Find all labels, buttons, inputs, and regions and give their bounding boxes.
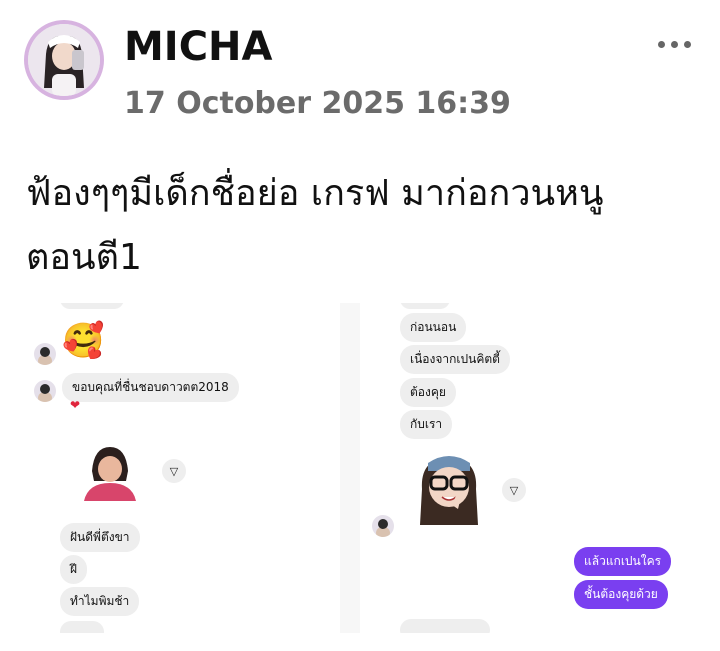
attached-screenshot-left[interactable]: 🥰 ขอบคุณที่ชื่นชอบดาวตต2018 ❤ ▽ ฝันดีพี่… bbox=[24, 303, 340, 633]
author-name[interactable]: MICHA bbox=[124, 24, 272, 70]
dot bbox=[683, 40, 691, 48]
screenshot-divider bbox=[340, 303, 360, 633]
sender-avatar bbox=[372, 515, 394, 537]
my-message-bubble: ชั้นต้องคุยด้วย bbox=[574, 580, 668, 609]
sticker-photo bbox=[78, 441, 142, 501]
cut-bubble bbox=[400, 619, 490, 633]
heart-reaction-icon: ❤ bbox=[70, 398, 81, 412]
message-bubble: กับเรา bbox=[400, 410, 453, 439]
caption-line: ฟ้องๆๆมีเด็กชื่อย่อ เกรฟ มาก่อกวนหนู bbox=[26, 173, 604, 214]
message-bubble: ทำไมพิมช้า bbox=[60, 587, 140, 616]
send-triangle-icon[interactable]: ▽ bbox=[162, 459, 186, 483]
message-bubble: ฝันดีพี่ตึงขา bbox=[60, 523, 140, 552]
sender-avatar bbox=[34, 343, 56, 365]
more-dots-icon[interactable] bbox=[652, 30, 696, 58]
attached-screenshot-right[interactable]: ก่อนนอน เนื่องจากเปนคิตตี้ ต้องคุย กับเร… bbox=[360, 303, 696, 633]
send-triangle-icon[interactable]: ▽ bbox=[502, 478, 526, 502]
cut-bubble bbox=[400, 303, 450, 309]
dot bbox=[670, 40, 678, 48]
message-bubble: ก่อนนอน bbox=[400, 313, 467, 342]
avatar-photo bbox=[28, 24, 100, 96]
message-bubble: เนื่องจากเปนคิตตี้ bbox=[400, 345, 510, 374]
author-avatar[interactable] bbox=[24, 20, 104, 100]
caption-line: ตอนตี1 bbox=[26, 237, 142, 278]
dot bbox=[657, 40, 665, 48]
post-caption: ฟ้องๆๆมีเด็กชื่อย่อ เกรฟ มาก่อกวนหนู ตอน… bbox=[26, 162, 696, 290]
my-message-bubble: แล้วแกเปนใคร bbox=[574, 547, 672, 576]
message-bubble: ฝี bbox=[60, 555, 88, 584]
smiling-face-with-hearts-emoji: 🥰 bbox=[62, 321, 105, 361]
cut-bubble bbox=[60, 303, 124, 309]
cut-bubble bbox=[60, 621, 104, 633]
message-bubble: ต้องคุย bbox=[400, 378, 456, 407]
sender-avatar bbox=[34, 380, 56, 402]
post-header: MICHA 17 October 2025 16:39 bbox=[0, 0, 720, 140]
message-bubble: ขอบคุณที่ชื่นชอบดาวตต2018 bbox=[62, 373, 239, 402]
post-timestamp[interactable]: 17 October 2025 16:39 bbox=[124, 86, 511, 121]
avatar-sticker bbox=[412, 449, 486, 529]
